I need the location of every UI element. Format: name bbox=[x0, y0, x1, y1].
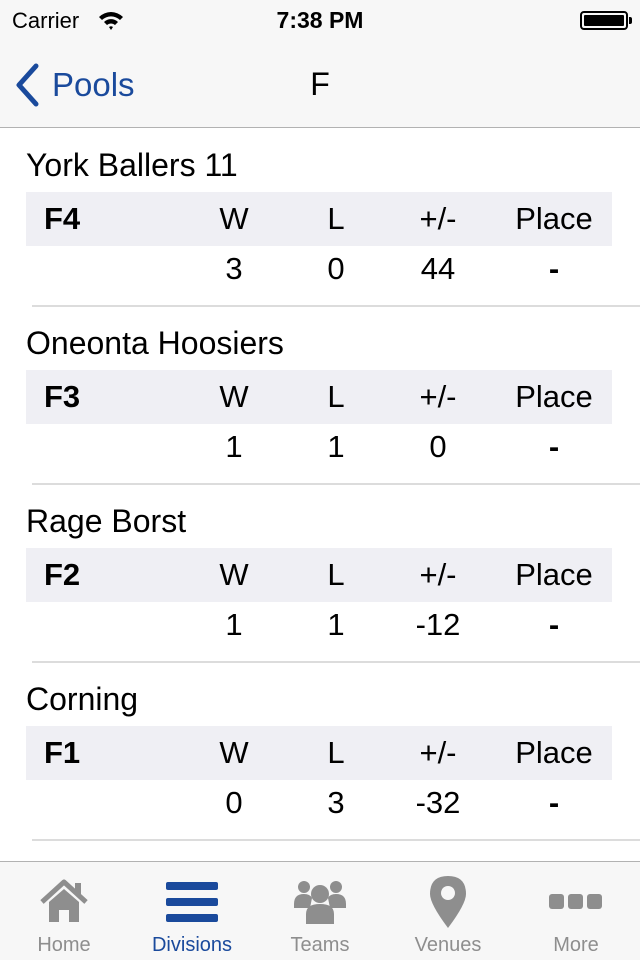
losses-header: L bbox=[327, 201, 345, 236]
battery-icon bbox=[580, 11, 632, 30]
diff-value: -12 bbox=[415, 607, 461, 642]
tab-label: Teams bbox=[290, 934, 350, 956]
standings-values: 1 1 -12 - bbox=[26, 602, 612, 648]
place-value: - bbox=[548, 251, 560, 286]
standings-header: F3 W L +/- Place bbox=[26, 370, 612, 424]
losses-header: L bbox=[327, 557, 345, 592]
wins-value: 1 bbox=[225, 429, 243, 464]
losses-value: 3 bbox=[327, 785, 345, 820]
tab-more[interactable]: More bbox=[512, 862, 640, 961]
more-icon bbox=[549, 894, 602, 909]
list-icon bbox=[166, 882, 218, 922]
team-row[interactable]: Corning F1 W L +/- Place 0 3 -32 - bbox=[0, 663, 640, 841]
page-title: F bbox=[310, 66, 330, 102]
tab-label: Divisions bbox=[151, 934, 233, 956]
place-value: - bbox=[548, 785, 560, 820]
diff-header: +/- bbox=[419, 735, 457, 770]
wins-value: 0 bbox=[225, 785, 243, 820]
wins-header: W bbox=[219, 557, 249, 592]
place-header: Place bbox=[515, 201, 593, 236]
losses-header: L bbox=[327, 735, 345, 770]
map-pin-icon bbox=[430, 876, 466, 928]
diff-header: +/- bbox=[419, 379, 457, 414]
losses-value: 0 bbox=[327, 251, 345, 286]
losses-value: 1 bbox=[327, 607, 345, 642]
clock: 7:38 PM bbox=[276, 7, 364, 33]
diff-header: +/- bbox=[419, 557, 457, 592]
wins-header: W bbox=[219, 201, 249, 236]
tab-divisions[interactable]: Divisions bbox=[128, 862, 256, 961]
tab-label: Home bbox=[37, 934, 91, 956]
place-header: Place bbox=[515, 735, 593, 770]
standings-values: 1 1 0 - bbox=[26, 424, 612, 470]
tab-label: Venues bbox=[414, 934, 482, 956]
team-name: Corning bbox=[26, 681, 139, 717]
losses-value: 1 bbox=[327, 429, 345, 464]
team-row[interactable]: Rage Borst F2 W L +/- Place 1 1 -12 - bbox=[0, 485, 640, 663]
pool-label: F1 bbox=[44, 735, 81, 770]
tab-label: More bbox=[553, 934, 599, 956]
diff-value: 44 bbox=[420, 251, 456, 286]
team-name: Rage Borst bbox=[26, 503, 187, 539]
standings-header: F4 W L +/- Place bbox=[26, 192, 612, 246]
navigation-bar: Pools F bbox=[0, 40, 640, 128]
people-icon bbox=[294, 881, 346, 924]
team-name: Oneonta Hoosiers bbox=[26, 325, 284, 361]
diff-value: 0 bbox=[429, 429, 447, 464]
place-value: - bbox=[548, 607, 560, 642]
tab-teams[interactable]: Teams bbox=[256, 862, 384, 961]
standings-values: 0 3 -32 - bbox=[26, 780, 612, 826]
losses-header: L bbox=[327, 379, 345, 414]
team-name: York Ballers 11 bbox=[26, 147, 238, 183]
pool-label: F4 bbox=[44, 201, 81, 236]
standings-header: F1 W L +/- Place bbox=[26, 726, 612, 780]
pool-label: F3 bbox=[44, 379, 81, 414]
status-bar: Carrier 7:38 PM bbox=[0, 0, 640, 40]
standings-header: F2 W L +/- Place bbox=[26, 548, 612, 602]
place-header: Place bbox=[515, 557, 593, 592]
home-icon bbox=[40, 879, 88, 922]
team-row[interactable]: York Ballers 11 F4 W L +/- Place 3 0 44 … bbox=[0, 129, 640, 307]
team-standings-list: York Ballers 11 F4 W L +/- Place 3 0 44 … bbox=[0, 129, 640, 841]
standings-values: 3 0 44 - bbox=[26, 246, 612, 292]
pool-label: F2 bbox=[44, 557, 81, 592]
tab-bar: Home Divisions Teams Venues More bbox=[0, 861, 640, 960]
wins-value: 3 bbox=[225, 251, 243, 286]
diff-header: +/- bbox=[419, 201, 457, 236]
diff-value: -32 bbox=[415, 785, 461, 820]
wins-header: W bbox=[219, 379, 249, 414]
place-header: Place bbox=[515, 379, 593, 414]
team-row[interactable]: Oneonta Hoosiers F3 W L +/- Place 1 1 0 … bbox=[0, 307, 640, 485]
divider bbox=[32, 839, 640, 841]
wins-value: 1 bbox=[225, 607, 243, 642]
place-value: - bbox=[548, 429, 560, 464]
tab-home[interactable]: Home bbox=[0, 862, 128, 961]
wins-header: W bbox=[219, 735, 249, 770]
tab-venues[interactable]: Venues bbox=[384, 862, 512, 961]
